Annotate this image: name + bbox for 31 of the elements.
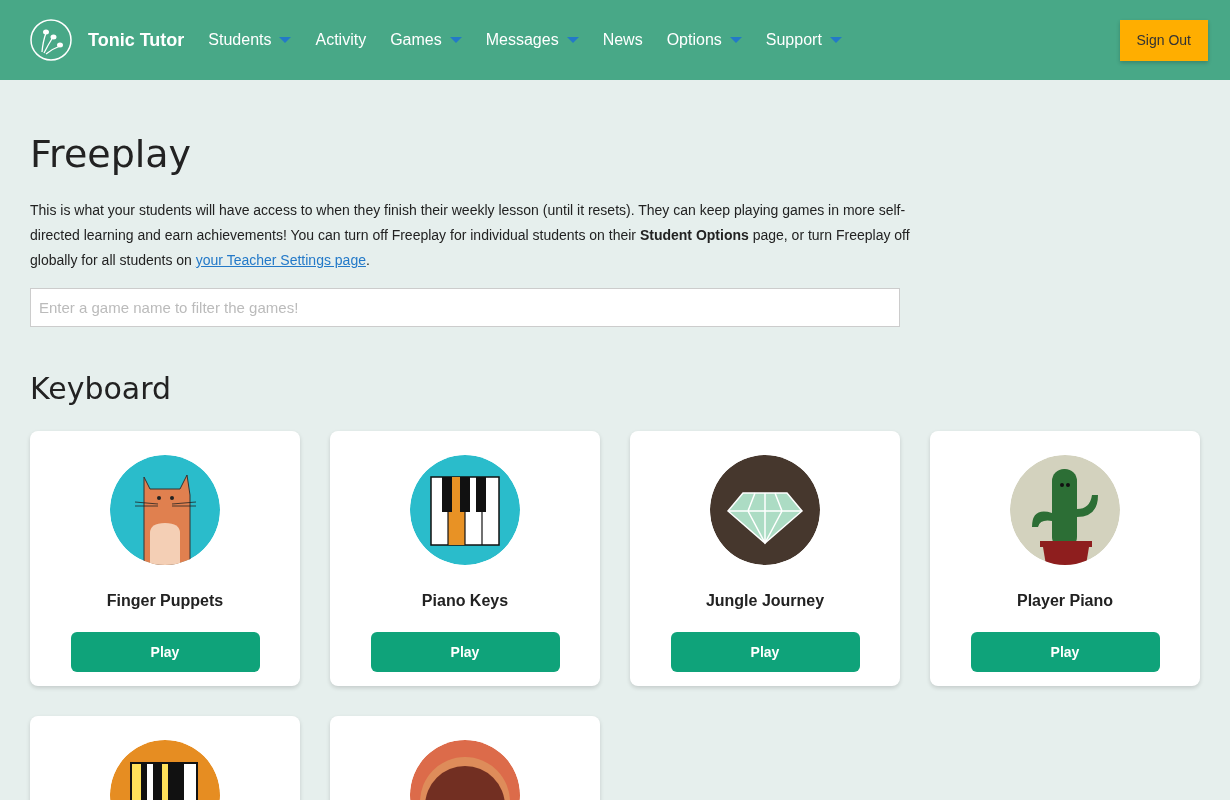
caret-icon <box>829 37 842 43</box>
game-title: Piano Keys <box>420 591 510 612</box>
cactus-icon <box>1010 454 1120 565</box>
game-title: Finger Puppets <box>105 591 225 612</box>
sign-out-button[interactable]: Sign Out <box>1119 19 1208 61</box>
caret-icon <box>449 37 462 43</box>
caret-icon <box>279 37 292 43</box>
play-button[interactable]: Play <box>70 632 260 673</box>
intro-text: This is what your students will have access to when they finish their weekly lesson (until it resets). They can keep playing games in more self-directed learning and earn achievements! You can turn off Freeplay for individual students on their Student Options page, or turn Freeplay off globally for all students on your Teacher Settings page. <box>30 200 910 270</box>
piano-keys-icon <box>410 454 520 565</box>
brand-name: Tonic Tutor <box>88 28 185 52</box>
caret-icon <box>729 37 742 43</box>
nav-link[interactable]: Support <box>765 28 842 52</box>
play-button[interactable]: Play <box>670 632 860 673</box>
page-title: Freeplay <box>30 132 193 178</box>
nav-link[interactable]: Activity <box>315 28 367 52</box>
game-title: Player Piano <box>1015 591 1114 612</box>
logo-icon[interactable] <box>30 19 72 61</box>
settings-link[interactable]: your Teacher Settings page <box>195 251 366 268</box>
nav-link[interactable]: Options <box>666 28 742 52</box>
play-button[interactable]: Play <box>970 632 1160 673</box>
nav-link[interactable]: Messages <box>485 28 579 52</box>
nav-link[interactable]: News <box>602 28 643 52</box>
nav-link[interactable]: Games <box>390 28 462 52</box>
cat-icon <box>110 454 220 565</box>
caret-icon <box>566 37 579 43</box>
nav-link[interactable]: Students <box>208 28 292 52</box>
play-button[interactable]: Play <box>370 632 560 673</box>
game-title: Jungle Journey <box>704 591 826 612</box>
search-field[interactable]: Enter a game name to filter the games! <box>30 287 900 327</box>
section-title: Keyboard <box>30 370 173 407</box>
